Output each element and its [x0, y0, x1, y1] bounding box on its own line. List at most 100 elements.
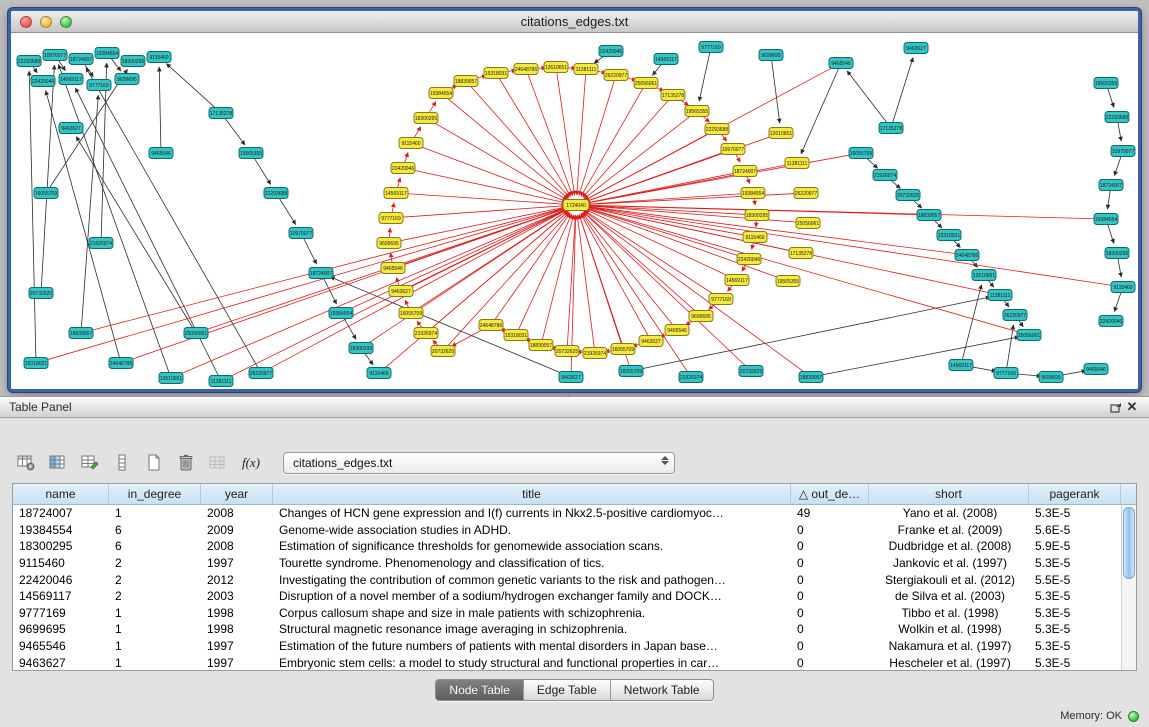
table-vertical-scrollbar[interactable]: [1121, 505, 1136, 670]
table-cell-year[interactable]: 2009: [201, 523, 273, 537]
graph-node-yellow[interactable]: 24648786: [514, 64, 538, 75]
graph-node-teal[interactable]: 22293688: [17, 56, 41, 67]
function-builder-button[interactable]: f(x): [236, 450, 266, 475]
table-cell-in_degree[interactable]: 1: [109, 622, 201, 636]
graph-node-teal[interactable]: 19384554: [1094, 214, 1118, 225]
graph-node-teal[interactable]: 18724007: [69, 54, 93, 65]
graph-node-teal[interactable]: 18300295: [121, 56, 145, 67]
graph-node-teal[interactable]: 19565355: [239, 148, 263, 159]
table-options-button[interactable]: [12, 450, 39, 475]
table-cell-out_degree[interactable]: 49: [791, 506, 869, 520]
graph-node-teal[interactable]: 22420046: [31, 76, 55, 87]
graph-node-teal[interactable]: 14569117: [654, 54, 678, 65]
table-cell-short[interactable]: Franke et al. (2009): [869, 523, 1029, 537]
table-cell-year[interactable]: 1998: [201, 622, 273, 636]
graph-node-teal[interactable]: 25056061: [184, 328, 208, 339]
table-cell-in_degree[interactable]: 1: [109, 606, 201, 620]
table-row[interactable]: 977716911998Corpus callosum shape and si…: [13, 605, 1121, 622]
graph-node-teal[interactable]: 9777169: [994, 368, 1018, 379]
table-row[interactable]: 1938455462009Genome-wide association stu…: [13, 522, 1121, 539]
graph-node-teal[interactable]: 16055709: [619, 366, 643, 377]
table-cell-year[interactable]: 1997: [201, 556, 273, 570]
citation-network-graph[interactable]: 1724040193845541830029591154602242004614…: [11, 33, 1138, 389]
window-titlebar[interactable]: citations_edges.txt: [11, 11, 1138, 33]
graph-node-teal[interactable]: 10970077: [1111, 146, 1135, 157]
graph-node-yellow[interactable]: 20732625: [431, 346, 455, 357]
graph-node-yellow[interactable]: 17135278: [789, 248, 813, 259]
graph-node-teal[interactable]: 9463627: [559, 372, 583, 383]
table-cell-name[interactable]: 9699695: [13, 622, 109, 636]
table-cell-name[interactable]: 22420046: [13, 573, 109, 587]
graph-node-teal[interactable]: 24648786: [955, 250, 979, 261]
graph-node-teal[interactable]: 22293688: [264, 188, 288, 199]
graph-node-yellow[interactable]: 22420046: [737, 254, 761, 265]
table-cell-out_degree[interactable]: 0: [791, 539, 869, 553]
graph-node-yellow[interactable]: 26220977: [794, 188, 818, 199]
graph-node-yellow[interactable]: 24648786: [479, 320, 503, 331]
graph-node-teal[interactable]: 18300295: [349, 343, 373, 354]
graph-node-teal[interactable]: 9699695: [115, 74, 139, 85]
graph-node-yellow[interactable]: 18839057: [454, 76, 478, 87]
table-row[interactable]: 2242004622012Investigating the contribut…: [13, 571, 1121, 588]
graph-node-yellow[interactable]: 15318031: [504, 330, 528, 341]
graph-node-teal[interactable]: 24648786: [109, 358, 133, 369]
table-cell-pagerank[interactable]: 5.3E-5: [1029, 589, 1121, 603]
graph-node-yellow[interactable]: 20732625: [555, 346, 579, 357]
table-cell-short[interactable]: de Silva et al. (2003): [869, 589, 1029, 603]
table-cell-title[interactable]: Corpus callosum shape and size in male p…: [273, 606, 791, 620]
graph-node-yellow[interactable]: 14569117: [725, 275, 749, 286]
graph-node-yellow[interactable]: 18300295: [414, 113, 438, 124]
table-cell-pagerank[interactable]: 5.3E-5: [1029, 506, 1121, 520]
table-cell-short[interactable]: Jankovic et al. (1997): [869, 556, 1029, 570]
tab-network-table[interactable]: Network Table: [611, 680, 713, 700]
table-cell-title[interactable]: Embryonic stem cells: a model to study s…: [273, 656, 791, 670]
graph-node-teal[interactable]: 19565355: [1094, 78, 1118, 89]
table-cell-name[interactable]: 9115460: [13, 556, 109, 570]
graph-node-teal[interactable]: 18724007: [1099, 180, 1123, 191]
graph-node-yellow[interactable]: 18839057: [529, 340, 553, 351]
table-cell-short[interactable]: Wolkin et al. (1998): [869, 622, 1029, 636]
graph-node-teal[interactable]: 9115460: [367, 368, 391, 379]
graph-node-yellow[interactable]: 18724007: [733, 166, 757, 177]
graph-node-teal[interactable]: 19384554: [95, 48, 119, 59]
table-cell-short[interactable]: Yano et al. (2008): [869, 506, 1029, 520]
graph-node-teal[interactable]: 9777169: [699, 42, 723, 53]
table-cell-short[interactable]: Nakamura et al. (1997): [869, 639, 1029, 653]
graph-node-yellow[interactable]: 9463627: [389, 286, 413, 297]
table-cell-year[interactable]: 1998: [201, 606, 273, 620]
graph-node-teal[interactable]: 14569117: [949, 360, 973, 371]
graph-node-yellow[interactable]: 19384554: [429, 88, 453, 99]
graph-node-teal[interactable]: 22293688: [1105, 112, 1129, 123]
graph-node-yellow[interactable]: 9465546: [665, 325, 689, 336]
graph-node-teal[interactable]: 9463627: [904, 43, 928, 54]
graph-node-yellow[interactable]: 19384554: [741, 188, 765, 199]
close-panel-icon[interactable]: ✕: [1124, 400, 1140, 415]
graph-node-teal[interactable]: 12610651: [972, 270, 996, 281]
graph-node-yellow[interactable]: 22420046: [391, 163, 415, 174]
table-cell-in_degree[interactable]: 2: [109, 573, 201, 587]
row-height-button[interactable]: [108, 450, 135, 475]
table-cell-short[interactable]: Stergiakouli et al. (2012): [869, 573, 1029, 587]
graph-node-teal[interactable]: 20732625: [739, 366, 763, 377]
table-row[interactable]: 1872400712008Changes of HCN gene express…: [13, 505, 1121, 522]
graph-node-yellow[interactable]: 16055709: [611, 344, 635, 355]
table-cell-pagerank[interactable]: 5.3E-5: [1029, 556, 1121, 570]
new-column-button[interactable]: [140, 450, 167, 475]
table-row[interactable]: 1456911722003Disruption of a novel membe…: [13, 588, 1121, 605]
table-cell-name[interactable]: 9465546: [13, 639, 109, 653]
graph-node-teal[interactable]: 9777169: [87, 80, 111, 91]
graph-node-yellow[interactable]: 25056061: [634, 78, 658, 89]
graph-node-teal[interactable]: 26220977: [249, 368, 273, 379]
graph-node-yellow[interactable]: 9699695: [377, 238, 401, 249]
graph-node-yellow[interactable]: 21926974: [583, 348, 607, 359]
table-cell-pagerank[interactable]: 5.3E-5: [1029, 606, 1121, 620]
delete-column-button[interactable]: [172, 450, 199, 475]
graph-node-teal[interactable]: 25056061: [1017, 330, 1041, 341]
table-cell-in_degree[interactable]: 1: [109, 656, 201, 670]
graph-node-teal[interactable]: 20732625: [896, 190, 920, 201]
graph-node-teal[interactable]: 18839057: [917, 210, 941, 221]
graph-node-yellow[interactable]: 9465546: [381, 263, 405, 274]
minimize-window-button[interactable]: [40, 16, 52, 28]
edit-columns-button[interactable]: [76, 450, 103, 475]
scrollbar-thumb[interactable]: [1123, 507, 1135, 579]
